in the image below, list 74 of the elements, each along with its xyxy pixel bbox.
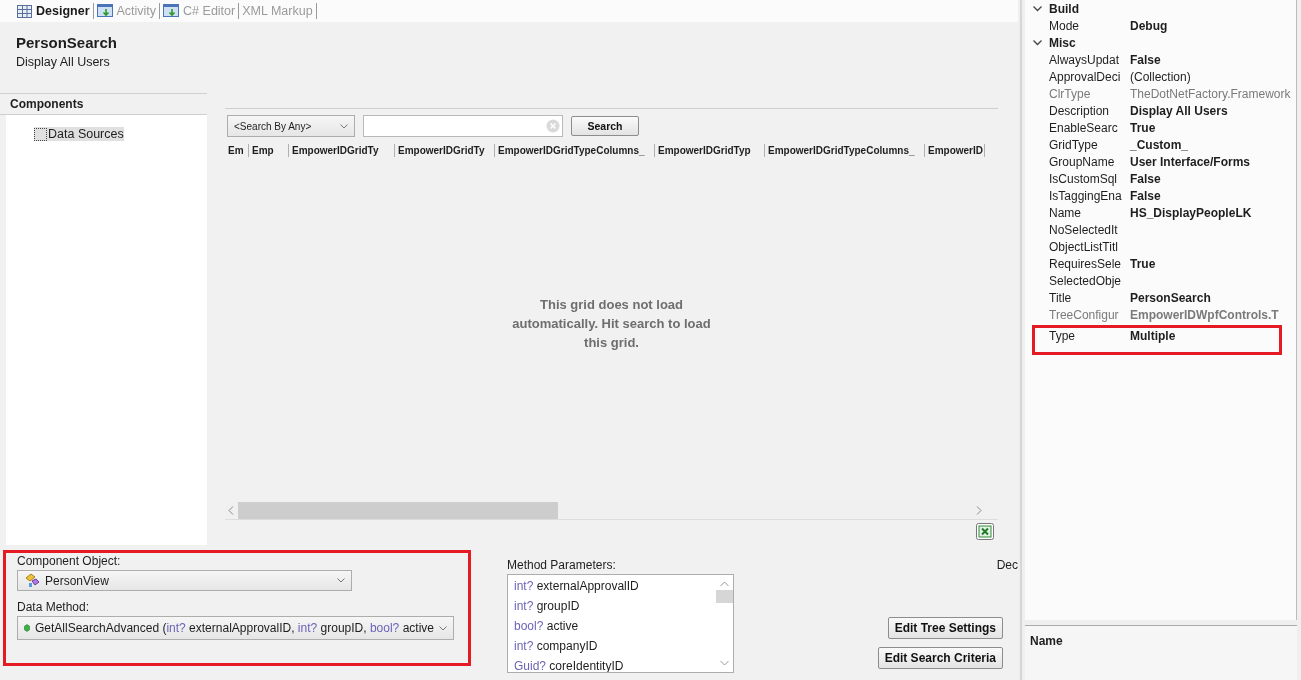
property-name[interactable]: NoSelectedIt: [1049, 222, 1130, 237]
property-name[interactable]: ApprovalDeci: [1049, 69, 1130, 84]
property-value[interactable]: User Interface/Forms: [1130, 154, 1251, 169]
property-value[interactable]: True: [1130, 120, 1156, 135]
scroll-thumb[interactable]: [238, 502, 558, 519]
property-name[interactable]: IsCustomSql: [1049, 171, 1130, 186]
property-value[interactable]: HS_DisplayPeopleLK: [1130, 205, 1252, 220]
chevron-icon: [439, 625, 447, 631]
column-header[interactable]: EmpowerIDGridTy: [289, 143, 395, 157]
parameter-item[interactable]: int? companyID: [514, 636, 716, 656]
property-value[interactable]: Debug: [1130, 18, 1168, 33]
form-title: PersonSearch: [16, 34, 118, 51]
property-value[interactable]: Multiple: [1130, 328, 1176, 343]
field-label: Method Parameters:: [507, 558, 617, 572]
category-label: Misc: [1049, 35, 1076, 50]
window-icon: [163, 4, 180, 18]
objects-icon: [24, 573, 40, 588]
property-name[interactable]: Description: [1049, 103, 1130, 118]
property-name[interactable]: RequiresSele: [1049, 256, 1130, 271]
property-name[interactable]: SelectedObje: [1049, 273, 1130, 288]
parameter-item[interactable]: int? groupID: [514, 596, 716, 616]
tree-item[interactable]: Data Sources: [34, 127, 124, 141]
category-label: Build: [1049, 1, 1079, 16]
column-header[interactable]: EmpowerIDGridTyp: [655, 143, 765, 157]
spreadsheet-icon[interactable]: [976, 523, 994, 540]
search-field[interactable]: [363, 115, 563, 137]
scroll-thumb[interactable]: [716, 590, 733, 603]
parameter-item[interactable]: bool? active: [514, 616, 716, 636]
action-button[interactable]: Edit Tree Settings: [887, 617, 1003, 639]
data-method-dropdown[interactable]: GetAllSearchAdvanced (int? externalApprovalID, int? groupID, bool? active: [17, 616, 454, 640]
field-label: Dec: [996, 558, 1018, 572]
parameter-item[interactable]: Guid? coreIdentityID: [514, 656, 716, 672]
components-header: Components: [0, 93, 207, 115]
property-name[interactable]: GroupName: [1049, 154, 1130, 169]
chevron-icon: [337, 578, 345, 583]
search-by-dropdown[interactable]: <Search By Any>: [227, 115, 355, 137]
property-name[interactable]: Mode: [1049, 18, 1130, 33]
window-icon: [96, 4, 113, 18]
action-button[interactable]: Edit Search Criteria: [877, 647, 1003, 669]
property-value[interactable]: False: [1130, 171, 1161, 186]
property-name[interactable]: Name: [1049, 205, 1130, 220]
search-button[interactable]: Search: [571, 116, 639, 136]
tab[interactable]: Designer: [14, 3, 94, 19]
column-header[interactable]: Emp: [249, 143, 289, 157]
property-name[interactable]: GridType: [1049, 137, 1130, 152]
property-value[interactable]: (Collection): [1130, 69, 1191, 84]
grid-icon: [17, 4, 32, 18]
property-value[interactable]: False: [1130, 188, 1161, 203]
column-header[interactable]: Em: [225, 143, 249, 157]
field-label: Component Object:: [17, 554, 122, 568]
field-label: Data Method:: [17, 600, 91, 614]
property-value[interactable]: PersonSearch: [1130, 290, 1211, 305]
clear-icon: [546, 119, 560, 133]
property-name[interactable]: ObjectListTitl: [1049, 239, 1130, 254]
column-header[interactable]: EmpowerIDGridTypeColumns_: [495, 143, 655, 157]
parameter-item[interactable]: int? externalApprovalID: [514, 576, 716, 596]
property-name[interactable]: IsTaggingEna: [1049, 188, 1130, 203]
component-object-dropdown[interactable]: PersonView: [17, 570, 352, 591]
property-value[interactable]: False: [1130, 52, 1161, 67]
property-name[interactable]: AlwaysUpdat: [1049, 52, 1130, 67]
property-name[interactable]: Title: [1049, 290, 1130, 305]
property-value[interactable]: _Custom_: [1130, 137, 1188, 152]
property-name[interactable]: EnableSearc: [1049, 120, 1130, 135]
description-title: Name: [1030, 634, 1063, 648]
empty-grid-message: This grid does not load automatically. Hit search to load this grid.: [511, 296, 712, 352]
gem-icon: [24, 621, 30, 635]
property-value[interactable]: True: [1130, 256, 1156, 271]
property-value[interactable]: Display All Users: [1130, 103, 1228, 118]
column-header[interactable]: EmpowerIDGridTypeColumns_: [765, 143, 925, 157]
property-name[interactable]: Type: [1049, 328, 1130, 343]
column-header[interactable]: EmpowerID: [925, 143, 985, 157]
column-header[interactable]: EmpowerIDGridTy: [395, 143, 495, 157]
chevron-icon: [340, 123, 348, 129]
form-subtitle: Display All Users: [16, 55, 111, 69]
